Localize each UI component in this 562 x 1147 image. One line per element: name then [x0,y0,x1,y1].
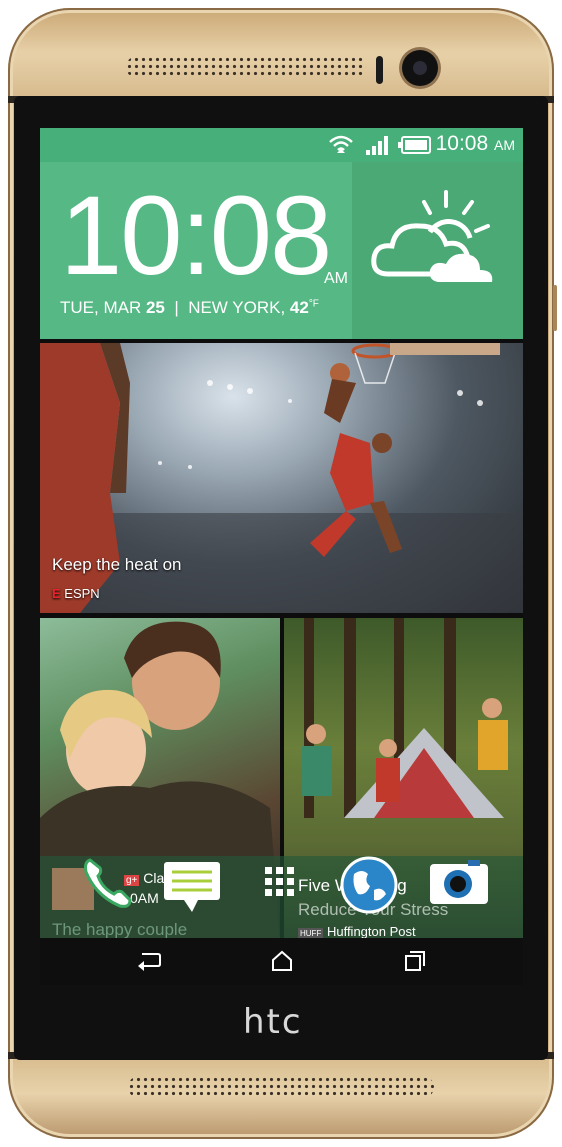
widget-time: 10:08 [60,173,332,298]
brand-logo: htc [243,1002,303,1042]
messages-icon[interactable] [162,860,224,916]
contact-time: 0AM [130,890,159,906]
featured-feed-tile[interactable]: Keep the heat on E ESPN [40,343,523,613]
status-bar: 10:08 AM [40,128,523,162]
top-speaker-grille [126,56,366,78]
app-drawer-icon[interactable] [264,866,296,898]
volume-key[interactable] [553,285,557,331]
featured-source: E ESPN [52,586,100,601]
widget-date-location: TUE, MAR 25 | NEW YORK, 42°F [60,298,319,317]
proximity-sensor [376,56,383,84]
battery-icon [398,136,431,154]
home-icon[interactable] [267,946,297,976]
article-source: HUFF Huffington Post [298,924,416,939]
wifi-icon [329,135,353,153]
featured-caption: Keep the heat on [52,555,182,574]
navigation-bar [40,938,523,985]
photo-caption: The happy couple [52,920,188,939]
back-icon[interactable] [134,946,164,976]
clock-weather-widget[interactable]: 10:08 AM TUE, MAR 25 | NEW YORK, 42°F [40,162,523,339]
widget-ampm: AM [324,270,348,287]
app-dock: g+ Claire 0AM The happy couple Five W in… [40,856,523,939]
espn-logo-icon: E [52,586,61,601]
home-screen: 10:08 AM 10:08 AM TUE, MAR 25 | NEW YORK… [40,128,523,985]
recents-icon[interactable] [400,946,430,976]
weather-panel[interactable] [352,162,523,339]
signal-icon [366,136,388,155]
bottom-speaker-grille [128,1076,434,1098]
phone-icon[interactable] [80,852,134,914]
front-camera [402,50,438,86]
camera-icon[interactable] [428,858,490,908]
partly-cloudy-icon [371,190,493,282]
status-clock: 10:08 AM [435,132,515,155]
browser-icon[interactable] [340,856,398,914]
